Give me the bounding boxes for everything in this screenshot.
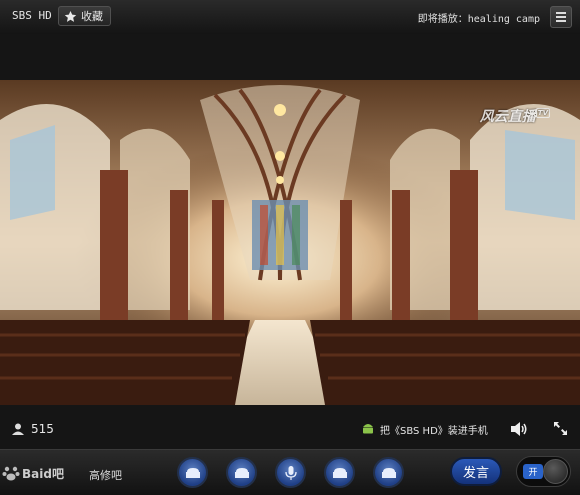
sofa-button-2[interactable] <box>226 457 257 488</box>
sofa-icon <box>332 467 347 478</box>
up-next-name: healing camp <box>467 14 540 25</box>
baidu-logo: Baid吧 <box>2 460 64 486</box>
microphone-button[interactable] <box>275 457 306 488</box>
toggle-knob[interactable] <box>543 459 568 484</box>
logo-text: Baid吧 <box>22 466 64 481</box>
favorite-button[interactable]: 收藏 <box>58 6 111 26</box>
playlist-button[interactable] <box>550 6 572 28</box>
sofa-icon <box>381 467 396 478</box>
paw-icon <box>2 466 20 481</box>
watermark-text: 风云直播 <box>479 109 536 125</box>
up-next: 即将播放：healing camp <box>418 10 540 25</box>
user-icon <box>12 423 24 435</box>
video-player[interactable]: 风云直播 TV <box>0 80 580 405</box>
list-icon <box>556 12 566 22</box>
fullscreen-icon[interactable] <box>553 421 568 436</box>
android-icon <box>363 424 373 434</box>
favorite-label: 收藏 <box>81 10 103 23</box>
channel-name: SBS HD <box>12 9 52 22</box>
star-icon <box>64 10 77 22</box>
sofa-button-3[interactable] <box>324 457 355 488</box>
church-interior-scene <box>0 80 580 405</box>
microphone-icon <box>284 465 297 480</box>
sofa-icon <box>234 467 249 478</box>
sofa-icon <box>185 467 200 478</box>
forum-label: 高修吧 <box>89 469 122 482</box>
watermark-logo: 风云直播 TV <box>480 106 550 126</box>
watermark-badge: TV <box>535 108 550 119</box>
volume-icon[interactable] <box>510 421 527 437</box>
mobile-promo-link[interactable]: 把《SBS HD》装进手机 <box>380 422 488 437</box>
up-next-prefix: 即将播放： <box>417 14 468 25</box>
viewer-count: 515 <box>31 422 54 436</box>
top-bar: SBS HD 收藏 即将播放：healing camp <box>0 0 580 34</box>
send-message-button[interactable]: 发言 <box>450 457 502 486</box>
sofa-button-1[interactable] <box>177 457 208 488</box>
info-bar: 515 把《SBS HD》装进手机 <box>0 412 580 446</box>
danmaku-toggle[interactable]: 开 <box>516 456 571 487</box>
toggle-on-label: 开 <box>523 464 543 479</box>
sofa-button-4[interactable] <box>373 457 404 488</box>
